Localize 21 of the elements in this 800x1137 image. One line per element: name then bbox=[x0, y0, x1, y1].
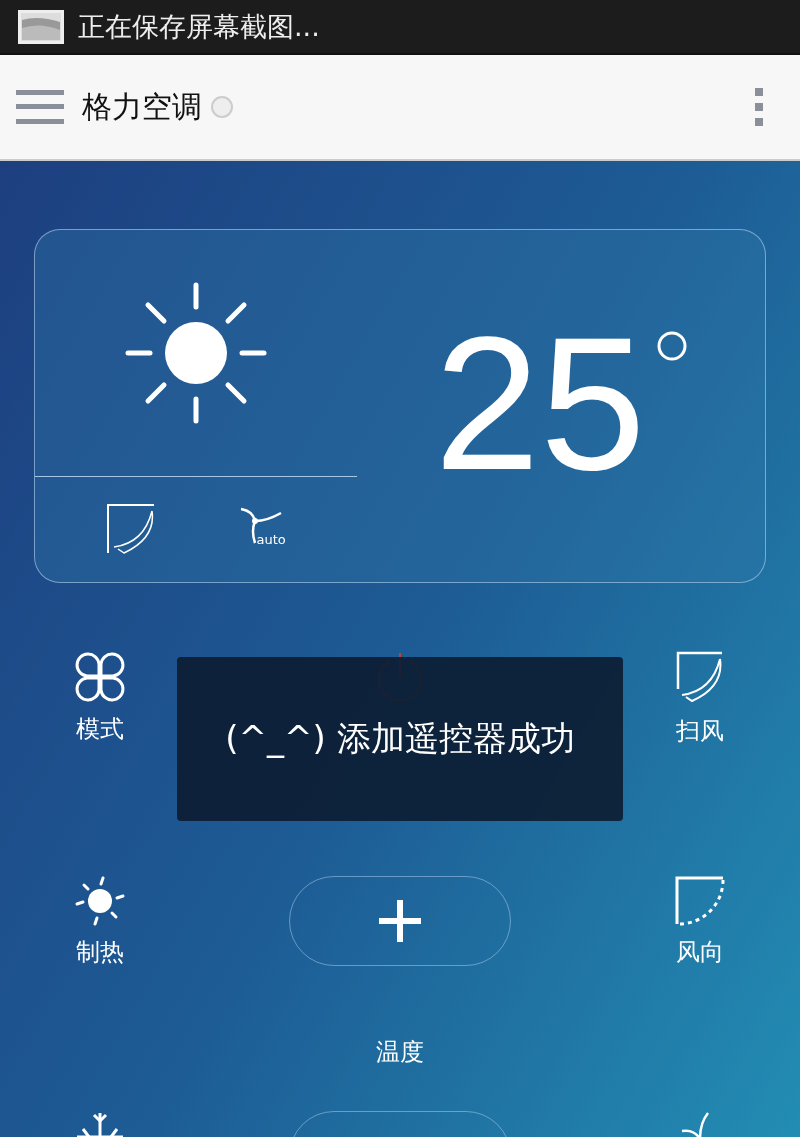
mode-label: 模式 bbox=[76, 714, 124, 745]
swing-label: 扫风 bbox=[676, 716, 724, 747]
sun-icon[interactable] bbox=[75, 876, 125, 926]
swing-icon[interactable] bbox=[676, 651, 724, 705]
toast-text: (^_^) 添加遥控器成功 bbox=[225, 717, 575, 760]
notification-text: 正在保存屏幕截图... bbox=[78, 9, 320, 44]
mode-icon[interactable] bbox=[74, 651, 126, 703]
more-options-icon[interactable] bbox=[754, 88, 764, 126]
picture-thumbnail-icon bbox=[18, 9, 64, 44]
snowflake-icon[interactable] bbox=[75, 1111, 125, 1137]
direction-label: 风向 bbox=[676, 937, 724, 968]
sun-icon bbox=[124, 281, 268, 425]
temperature-reading: 25 bbox=[434, 318, 646, 489]
temperature-label: 温度 bbox=[376, 1037, 424, 1068]
heat-label: 制热 bbox=[76, 937, 124, 968]
plus-icon bbox=[379, 900, 421, 942]
swing-icon bbox=[106, 502, 157, 557]
status-circle-icon bbox=[210, 95, 234, 119]
menu-icon[interactable] bbox=[16, 90, 64, 124]
degree-icon bbox=[655, 330, 688, 362]
app-title: 格力空调 bbox=[82, 87, 202, 126]
